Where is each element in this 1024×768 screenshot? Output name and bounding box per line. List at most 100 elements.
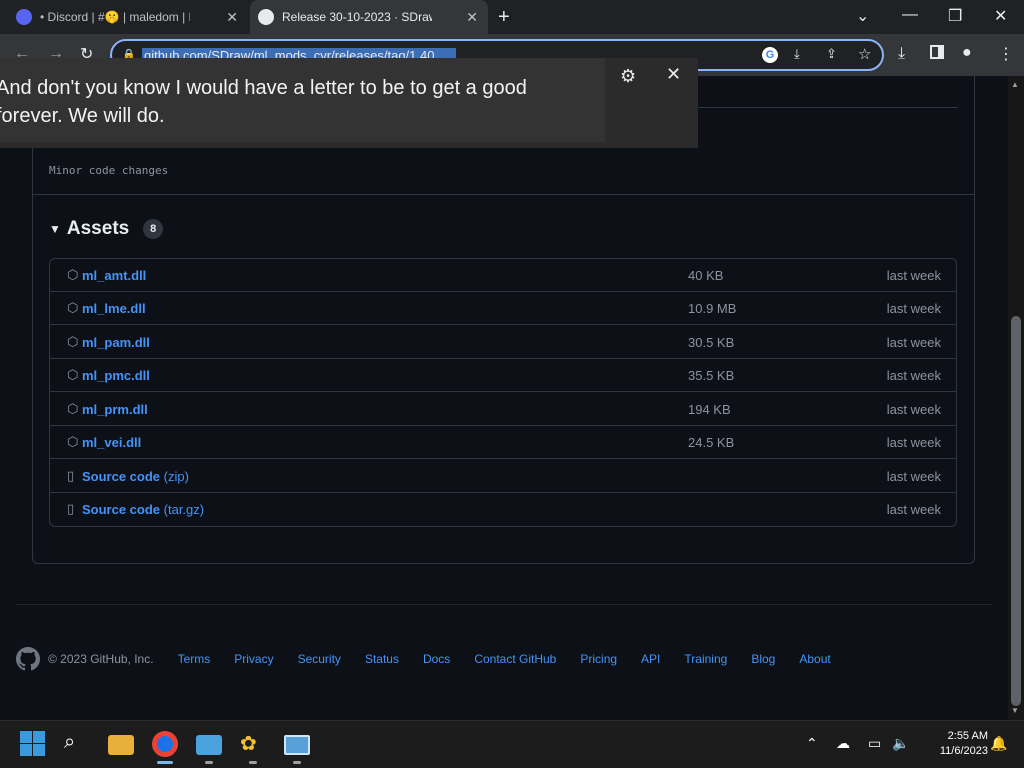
scrollbar-thumb[interactable] bbox=[1011, 316, 1021, 706]
chrome-active-indicator bbox=[157, 761, 173, 764]
asset-date: last week bbox=[886, 268, 941, 283]
asset-name: ml_vei.dll bbox=[82, 435, 142, 450]
gear-icon[interactable]: ⚙ bbox=[620, 66, 636, 87]
menu-kebab-icon[interactable]: ⋮ bbox=[998, 44, 1014, 64]
bookmark-star-icon[interactable]: ☆ bbox=[858, 45, 871, 63]
asset-size: 35.5 KB bbox=[688, 368, 735, 383]
app-indicator bbox=[249, 761, 257, 764]
footer-link-about[interactable]: About bbox=[799, 652, 830, 666]
footer-link-pricing[interactable]: Pricing bbox=[580, 652, 617, 666]
plus-icon[interactable]: + bbox=[498, 6, 510, 29]
restore-icon[interactable]: ❐ bbox=[948, 6, 962, 26]
asset-row: ▯ Source code (zip) last week bbox=[50, 460, 956, 493]
footer-link-contact[interactable]: Contact GitHub bbox=[474, 652, 556, 666]
tab-title: • Discord | #🤫 | maledom | Lew bbox=[40, 10, 190, 24]
windows-taskbar: ⌕ ✿ ⌃ ☁ ▭ 🔈 2:55 AM 11/6/2023 🔔 bbox=[0, 720, 1024, 768]
remote-desktop-icon[interactable] bbox=[284, 735, 310, 755]
asset-link[interactable]: ml_vei.dll bbox=[82, 435, 141, 450]
asset-size: 30.5 KB bbox=[688, 335, 735, 350]
discord-favicon-icon bbox=[16, 9, 32, 25]
github-favicon-icon bbox=[258, 9, 274, 25]
asset-date: last week bbox=[886, 435, 941, 450]
footer-link-security[interactable]: Security bbox=[298, 652, 341, 666]
start-windows-icon[interactable] bbox=[20, 731, 46, 757]
asset-link[interactable]: Source code (zip) bbox=[82, 469, 189, 484]
tab-discord[interactable]: • Discord | #🤫 | maledom | Lew ✕ bbox=[8, 0, 248, 34]
asset-link[interactable]: ml_pam.dll bbox=[82, 335, 150, 350]
profile-icon[interactable]: ● bbox=[962, 44, 972, 62]
asset-date: last week bbox=[886, 368, 941, 383]
close-window-icon[interactable]: ✕ bbox=[994, 6, 1007, 26]
asset-row: ⬡ ml_vei.dll 24.5 KB last week bbox=[50, 426, 956, 459]
clock[interactable]: 2:55 AM 11/6/2023 bbox=[916, 729, 988, 759]
file-zip-icon: ▯ bbox=[67, 501, 75, 516]
bee-app-icon[interactable]: ✿ bbox=[240, 731, 266, 757]
footer: © 2023 GitHub, Inc. Terms Privacy Securi… bbox=[16, 647, 996, 671]
assets-heading: Assets bbox=[66, 218, 130, 239]
volume-icon[interactable]: 🔈 bbox=[892, 735, 909, 752]
asset-row: ⬡ ml_lme.dll 10.9 MB last week bbox=[50, 292, 956, 325]
cloud-off-icon[interactable]: ☁ bbox=[836, 735, 850, 752]
release-notes-text: Minor code changes bbox=[49, 164, 169, 177]
assets-count-badge: 8 bbox=[143, 219, 164, 239]
scroll-down-icon[interactable]: ▼ bbox=[1011, 706, 1019, 715]
asset-row: ⬡ ml_pam.dll 30.5 KB last week bbox=[50, 326, 956, 359]
footer-link-status[interactable]: Status bbox=[365, 652, 399, 666]
release-page: Minor code changes ▼ Assets 8 ⬡ ml_amt.d… bbox=[0, 66, 1008, 720]
asset-suffix: (tar.gz) bbox=[160, 502, 205, 517]
asset-size: 10.9 MB bbox=[688, 301, 737, 316]
close-tab-icon[interactable]: ✕ bbox=[226, 9, 238, 26]
app-window-icon[interactable] bbox=[196, 735, 222, 755]
caption-text: And don't you know I would have a letter… bbox=[0, 77, 527, 127]
app-indicator bbox=[205, 761, 213, 764]
asset-link[interactable]: Source code (tar.gz) bbox=[82, 502, 204, 517]
tab-github-release[interactable]: Release 30-10-2023 · SDraw/ml_ ✕ bbox=[250, 0, 488, 34]
caption-text-area: And don't you know I would have a letter… bbox=[0, 58, 605, 142]
minimize-icon[interactable]: — bbox=[902, 6, 918, 24]
tab-strip: • Discord | #🤫 | maledom | Lew ✕ Release… bbox=[0, 0, 1024, 34]
chevron-up-icon[interactable]: ⌃ bbox=[806, 735, 818, 752]
network-icon[interactable]: ▭ bbox=[868, 735, 881, 752]
asset-link[interactable]: ml_amt.dll bbox=[82, 268, 146, 283]
package-icon: ⬡ bbox=[67, 300, 79, 315]
chrome-icon[interactable] bbox=[152, 731, 178, 757]
file-zip-icon: ▯ bbox=[67, 468, 75, 483]
downloads-icon[interactable]: ⤓ bbox=[898, 45, 905, 63]
footer-link-training[interactable]: Training bbox=[684, 652, 727, 666]
asset-name: ml_pam.dll bbox=[82, 335, 150, 350]
package-icon: ⬡ bbox=[67, 267, 79, 282]
github-logo-icon[interactable] bbox=[16, 647, 40, 671]
close-icon[interactable]: ✕ bbox=[666, 64, 681, 85]
footer-link-api[interactable]: API bbox=[641, 652, 660, 666]
close-tab-icon[interactable]: ✕ bbox=[466, 9, 478, 26]
scroll-up-icon[interactable]: ▲ bbox=[1011, 80, 1019, 89]
asset-name: ml_lme.dll bbox=[82, 301, 146, 316]
assets-list: ⬡ ml_amt.dll 40 KB last week ⬡ ml_lme.dl… bbox=[49, 258, 957, 527]
clock-date: 11/6/2023 bbox=[939, 745, 988, 757]
footer-link-terms[interactable]: Terms bbox=[178, 652, 211, 666]
asset-date: last week bbox=[886, 301, 941, 316]
search-icon[interactable]: ⌕ bbox=[64, 731, 90, 757]
asset-suffix: (zip) bbox=[160, 469, 189, 484]
asset-date: last week bbox=[886, 469, 941, 484]
asset-date: last week bbox=[886, 502, 941, 517]
side-panel-icon[interactable] bbox=[930, 45, 944, 59]
package-icon: ⬡ bbox=[67, 334, 79, 349]
asset-link[interactable]: ml_prm.dll bbox=[82, 402, 148, 417]
google-lens-icon[interactable]: G bbox=[762, 47, 778, 63]
asset-link[interactable]: ml_lme.dll bbox=[82, 301, 146, 316]
footer-link-docs[interactable]: Docs bbox=[423, 652, 450, 666]
assets-toggle[interactable]: ▼ Assets 8 bbox=[49, 218, 164, 240]
package-icon: ⬡ bbox=[67, 434, 79, 449]
footer-link-blog[interactable]: Blog bbox=[751, 652, 775, 666]
tab-search-chevron-icon[interactable]: ⌄ bbox=[856, 6, 869, 26]
notification-bell-icon[interactable]: 🔔 bbox=[990, 735, 1007, 752]
footer-link-privacy[interactable]: Privacy bbox=[234, 652, 273, 666]
install-app-icon[interactable]: ⤓ bbox=[794, 46, 800, 62]
copyright-text: © 2023 GitHub, Inc. bbox=[48, 652, 154, 666]
asset-name: ml_prm.dll bbox=[82, 402, 148, 417]
share-icon[interactable]: ⇪ bbox=[826, 46, 837, 62]
file-explorer-icon[interactable] bbox=[108, 735, 134, 755]
package-icon: ⬡ bbox=[67, 367, 79, 382]
asset-link[interactable]: ml_pmc.dll bbox=[82, 368, 150, 383]
